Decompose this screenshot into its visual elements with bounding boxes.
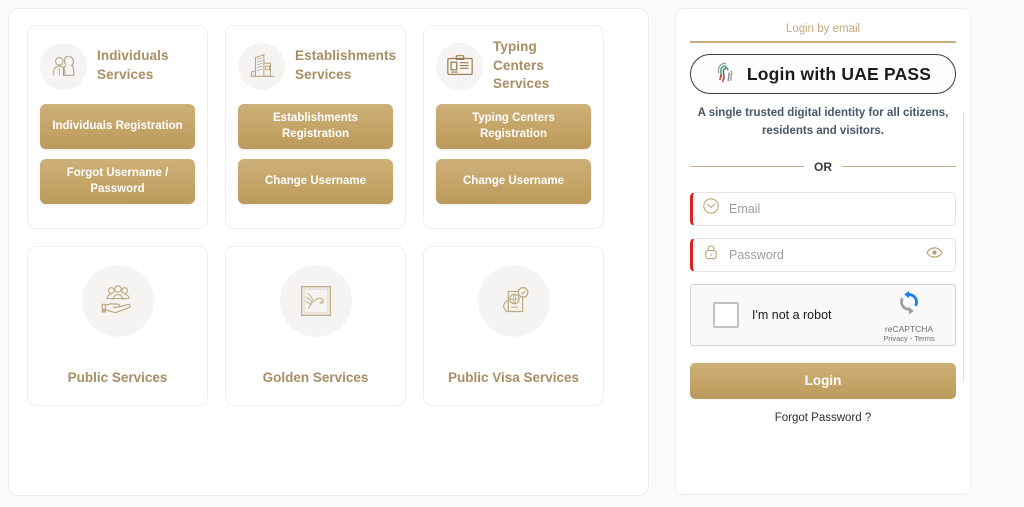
divider-line-right [842, 166, 956, 168]
service-cards-row: Individuals Services Individuals Registr… [9, 9, 648, 229]
establishments-change-username-button[interactable]: Change Username [238, 159, 393, 204]
link-card-label: Public Visa Services [447, 370, 580, 385]
uae-pass-button-label: Login with UAE PASS [746, 63, 932, 84]
card-buttons: Typing Centers Registration Change Usern… [436, 104, 591, 204]
forgot-password-link[interactable]: Forgot Password ? [690, 412, 956, 424]
card-buttons: Individuals Registration Forgot Username… [40, 104, 195, 204]
link-card-public-services[interactable]: Public Services [27, 246, 208, 406]
link-card-label: Public Services [67, 370, 168, 385]
card-header: Typing Centers Services [436, 38, 591, 94]
email-placeholder: Email [729, 201, 761, 216]
login-panel: Login by email Login with UAE PASS A sin… [675, 8, 971, 495]
services-panel: Individuals Services Individuals Registr… [8, 8, 649, 496]
link-cards-row: Public Services Golden Services Public V… [9, 229, 648, 406]
password-field[interactable]: Password [690, 237, 956, 272]
service-card-typing-centers[interactable]: Typing Centers Services Typing Centers R… [423, 25, 604, 229]
password-placeholder: Password [729, 247, 784, 262]
login-with-uae-pass-button[interactable]: Login with UAE PASS [690, 54, 956, 94]
hand-passport-globe-icon [477, 265, 550, 337]
link-card-label: Golden Services [262, 370, 369, 385]
establishments-registration-button[interactable]: Establishments Registration [238, 104, 393, 149]
login-tabs: Login by email [690, 19, 956, 41]
people-on-hand-icon [81, 265, 154, 337]
recaptcha-brand-terms[interactable]: Privacy - Terms [872, 334, 946, 343]
forgot-username-password-button[interactable]: Forgot Username / Password [40, 159, 195, 204]
typing-centers-registration-button[interactable]: Typing Centers Registration [436, 104, 591, 149]
login-button[interactable]: Login [690, 362, 956, 399]
link-card-golden-services[interactable]: Golden Services [225, 246, 406, 406]
tab-underline [690, 41, 956, 43]
eye-icon[interactable] [926, 246, 943, 264]
individuals-registration-button[interactable]: Individuals Registration [40, 104, 195, 149]
or-divider: OR [690, 160, 956, 174]
recaptcha-brand-name: reCAPTCHA [884, 323, 934, 334]
fingerprint-icon [715, 61, 736, 87]
card-header: Individuals Services [40, 38, 195, 94]
building-icon [238, 42, 285, 90]
individuals-people-icon [40, 42, 87, 90]
service-card-individuals[interactable]: Individuals Services Individuals Registr… [27, 25, 208, 229]
lock-icon [702, 243, 720, 266]
app-root: Individuals Services Individuals Registr… [0, 0, 1024, 507]
recaptcha-brand: reCAPTCHA Privacy - Terms [872, 290, 946, 343]
card-title: Typing Centers Services [493, 39, 550, 92]
typing-centers-change-username-button[interactable]: Change Username [436, 159, 591, 204]
recaptcha-widget[interactable]: I'm not a robot reCAPTCHA Privacy - Term… [690, 283, 956, 346]
uae-pass-description: A single trusted digital identity for al… [697, 107, 949, 137]
recaptcha-logo-icon [895, 290, 923, 322]
recaptcha-checkbox[interactable] [713, 301, 739, 328]
falcon-frame-icon [279, 265, 352, 337]
link-card-public-visa-services[interactable]: Public Visa Services [423, 246, 604, 406]
recaptcha-label: I'm not a robot [752, 307, 832, 322]
id-card-icon [436, 42, 483, 90]
card-title: Individuals Services [97, 48, 169, 82]
email-field[interactable]: Email [690, 191, 956, 226]
or-label: OR [814, 159, 832, 174]
divider-line-left [690, 166, 804, 168]
envelope-icon [702, 197, 720, 220]
tab-login-by-email[interactable]: Login by email [786, 23, 860, 41]
card-title: Establishments Services [295, 48, 397, 82]
card-buttons: Establishments Registration Change Usern… [238, 104, 393, 204]
card-header: Establishments Services [238, 38, 397, 94]
service-card-establishments[interactable]: Establishments Services Establishments R… [225, 25, 406, 229]
panel-edge-divider [963, 112, 964, 382]
